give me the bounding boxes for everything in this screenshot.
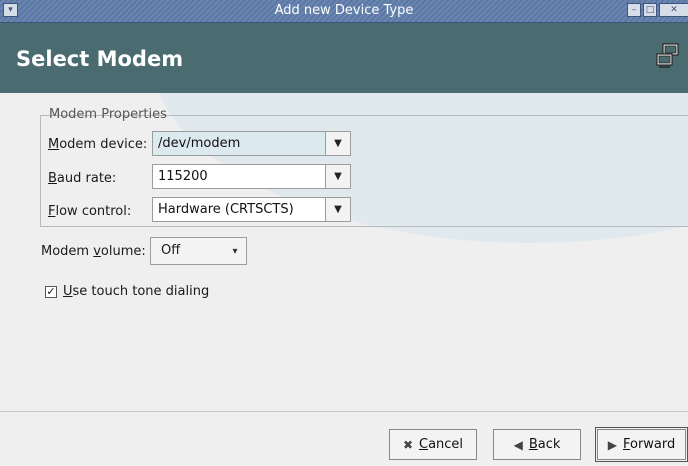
close-icon[interactable]: ✕ — [659, 3, 688, 17]
forward-label: Forward — [622, 437, 676, 452]
baud-rate-value[interactable]: 115200 — [153, 165, 325, 188]
modem-volume-label: Modem volume: — [41, 244, 146, 259]
chevron-down-icon[interactable]: ▼ — [325, 165, 350, 188]
title-bar[interactable]: ▾ Add new Device Type – □ ✕ — [0, 0, 688, 23]
chevron-down-icon[interactable]: ▾ — [224, 238, 246, 264]
checkmark-icon[interactable]: ✓ — [45, 285, 57, 298]
touch-tone-label[interactable]: Use touch tone dialing — [63, 284, 209, 299]
maximize-icon[interactable]: □ — [643, 3, 657, 17]
back-arrow-icon: ◀ — [513, 437, 523, 452]
button-bar: ✖ Cancel ◀ Back ▶ Forward — [0, 411, 688, 466]
flow-control-value[interactable]: Hardware (CRTSCTS) — [153, 198, 325, 221]
minimize-icon[interactable]: – — [627, 3, 641, 17]
baud-rate-combo[interactable]: 115200 ▼ — [152, 164, 351, 189]
page-title: Select Modem — [16, 47, 184, 71]
modem-device-combo[interactable]: /dev/modem ▼ — [152, 131, 351, 156]
forward-arrow-icon: ▶ — [607, 437, 617, 452]
modem-device-label: Modem device: — [48, 137, 148, 152]
window-title: Add new Device Type — [274, 3, 414, 18]
network-icon — [656, 43, 679, 68]
chevron-down-icon[interactable]: ▼ — [325, 132, 350, 155]
chevron-down-icon[interactable]: ▼ — [325, 198, 350, 221]
close-icon: ✖ — [402, 437, 413, 452]
modem-volume-select[interactable]: Off ▾ — [150, 237, 247, 265]
back-button[interactable]: ◀ Back — [493, 429, 581, 460]
flow-control-label: Flow control: — [48, 204, 132, 219]
content-area: Modem Properties Modem device: /dev/mode… — [0, 93, 688, 411]
modem-volume-value[interactable]: Off — [151, 238, 224, 264]
back-label: Back — [528, 437, 561, 452]
cancel-button[interactable]: ✖ Cancel — [389, 429, 477, 460]
baud-rate-label: Baud rate: — [48, 171, 117, 186]
forward-button[interactable]: ▶ Forward — [595, 427, 688, 462]
modem-device-value[interactable]: /dev/modem — [153, 132, 325, 155]
touch-tone-checkbox[interactable]: ✓ Use touch tone dialing — [45, 284, 209, 299]
dialog-window: ▾ Add new Device Type – □ ✕ Select Modem… — [0, 0, 688, 466]
header-banner: Select Modem — [0, 23, 688, 93]
modem-properties-frame — [40, 115, 688, 227]
flow-control-combo[interactable]: Hardware (CRTSCTS) ▼ — [152, 197, 351, 222]
cancel-label: Cancel — [419, 437, 464, 452]
frame-label: Modem Properties — [49, 107, 167, 122]
